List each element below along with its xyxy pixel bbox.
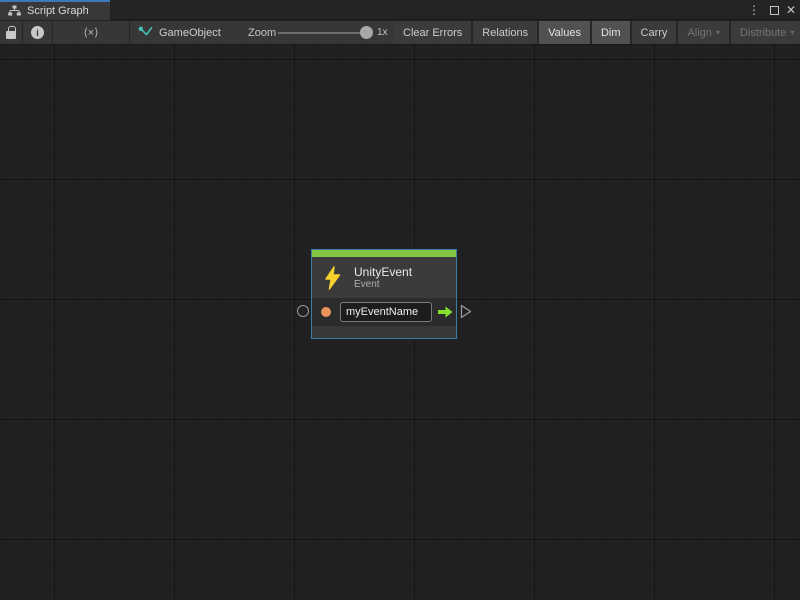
- graph-canvas[interactable]: UnityEvent Event: [0, 45, 800, 600]
- zoom-slider-handle[interactable]: [360, 26, 373, 39]
- maximize-icon[interactable]: [766, 0, 782, 20]
- close-icon[interactable]: ✕: [783, 0, 799, 20]
- lock-button[interactable]: [0, 21, 23, 44]
- flow-output-arrow-icon[interactable]: [437, 305, 454, 319]
- chevron-down-icon: ▾: [790, 28, 794, 37]
- values-button[interactable]: Values: [539, 21, 590, 44]
- info-icon: i: [31, 26, 44, 39]
- gameobject-label: GameObject: [159, 27, 221, 39]
- node-titles: UnityEvent Event: [354, 265, 412, 291]
- graph-input-port-icon[interactable]: [297, 305, 309, 317]
- event-name-input[interactable]: [340, 302, 432, 322]
- distribute-button[interactable]: Distribute ▾: [731, 21, 800, 44]
- zoom-slider-track[interactable]: [278, 32, 366, 34]
- unity-event-node[interactable]: UnityEvent Event: [311, 249, 457, 339]
- node-header: UnityEvent Event: [312, 257, 456, 298]
- node-title: UnityEvent: [354, 265, 412, 279]
- graph-output-port-icon[interactable]: [460, 304, 472, 319]
- zoom-label: Zoom: [248, 21, 276, 44]
- relations-button[interactable]: Relations: [473, 21, 537, 44]
- lock-icon: [6, 31, 16, 39]
- tab-title: Script Graph: [27, 5, 89, 17]
- toolbar-buttons: Clear Errors Relations Values Dim Carry …: [394, 21, 800, 44]
- code-preview-button[interactable]: ⟨×⟩: [53, 21, 130, 44]
- tab-bar: Script Graph ⋮ ✕: [0, 0, 800, 20]
- align-button[interactable]: Align ▾: [678, 21, 728, 44]
- tab-script-graph[interactable]: Script Graph: [0, 0, 110, 20]
- gameobject-reference[interactable]: GameObject: [130, 21, 221, 44]
- script-graph-icon: [8, 5, 21, 17]
- code-icon: ⟨×⟩: [83, 26, 98, 39]
- window-menu-icon[interactable]: ⋮: [746, 0, 762, 20]
- node-footer: [312, 326, 456, 338]
- info-button[interactable]: i: [23, 21, 53, 44]
- dim-button[interactable]: Dim: [592, 21, 630, 44]
- node-subtitle: Event: [354, 279, 412, 291]
- gameobject-graph-icon: [138, 26, 153, 39]
- chevron-down-icon: ▾: [716, 28, 720, 37]
- clear-errors-button[interactable]: Clear Errors: [394, 21, 471, 44]
- value-input-port-icon[interactable]: [321, 307, 331, 317]
- node-port-row: [312, 298, 456, 326]
- graph-toolbar: i ⟨×⟩ GameObject Zoom 1x Clear Errors Re…: [0, 21, 800, 45]
- zoom-value: 1x: [377, 21, 388, 44]
- carry-button[interactable]: Carry: [632, 21, 677, 44]
- lightning-bolt-icon: [324, 266, 341, 290]
- node-accent-bar: [312, 250, 456, 257]
